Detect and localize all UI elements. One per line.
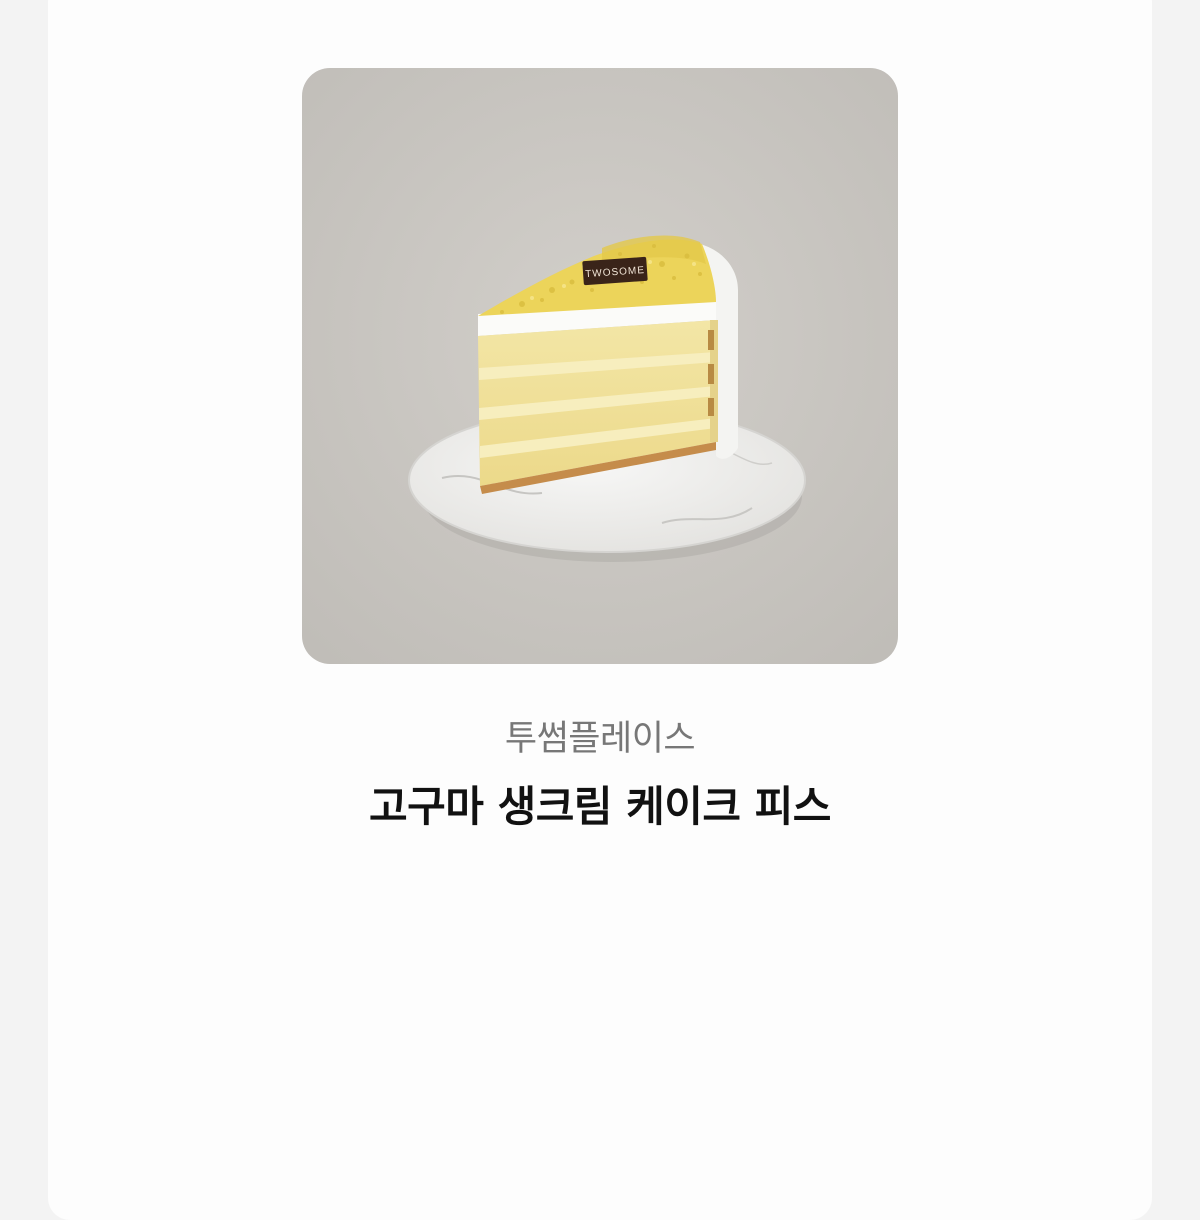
product-image: TWOSOME: [302, 68, 898, 664]
product-card: TWOSOME 투썸플레이스 고구마 생크림 케이크 피스: [48, 0, 1152, 1220]
brand-name: 투썸플레이스: [504, 719, 696, 759]
product-title: 고구마 생크림 케이크 피스: [369, 782, 831, 831]
